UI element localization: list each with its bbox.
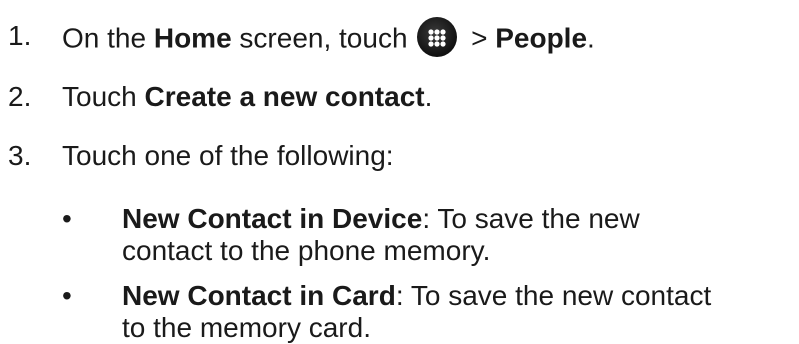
option-line-1: New Contact in Card: To save the new con… xyxy=(122,280,711,312)
step-text-prefix: On the xyxy=(62,22,154,54)
home-label: Home xyxy=(153,22,232,54)
option-title: New Contact in Device xyxy=(122,203,423,234)
option-line-1: New Contact in Device: To save the new xyxy=(122,203,640,235)
people-label: People xyxy=(495,22,588,54)
step-text-end: . xyxy=(424,81,433,112)
bullet: • xyxy=(62,280,72,311)
step-number: 2. xyxy=(8,81,32,112)
option-line-2: to the memory card. xyxy=(122,312,371,343)
step-text: On the Home screen, touch > People. xyxy=(62,17,595,60)
create-contact-label: Create a new contact xyxy=(144,81,425,112)
option-line-2: contact to the phone memory. xyxy=(122,235,491,266)
instruction-document: 1. On the Home screen, touch > People. 2… xyxy=(0,0,799,343)
option-description: : To save the new xyxy=(422,203,640,234)
bullet: • xyxy=(62,203,72,234)
step-text: Touch one of the following: xyxy=(62,140,394,171)
step-text-end: . xyxy=(587,22,595,54)
step-number: 1. xyxy=(8,20,32,51)
option-title: New Contact in Card xyxy=(122,280,396,311)
step-text: Touch Create a new contact. xyxy=(62,81,432,113)
apps-grid-icon xyxy=(417,17,458,57)
step-text-prefix: Touch xyxy=(62,81,145,112)
step-text-gt: > xyxy=(463,22,496,54)
step-text-middle: screen, touch xyxy=(231,22,416,54)
option-description: : To save the new contact xyxy=(395,280,712,311)
step-number: 3. xyxy=(8,140,32,171)
